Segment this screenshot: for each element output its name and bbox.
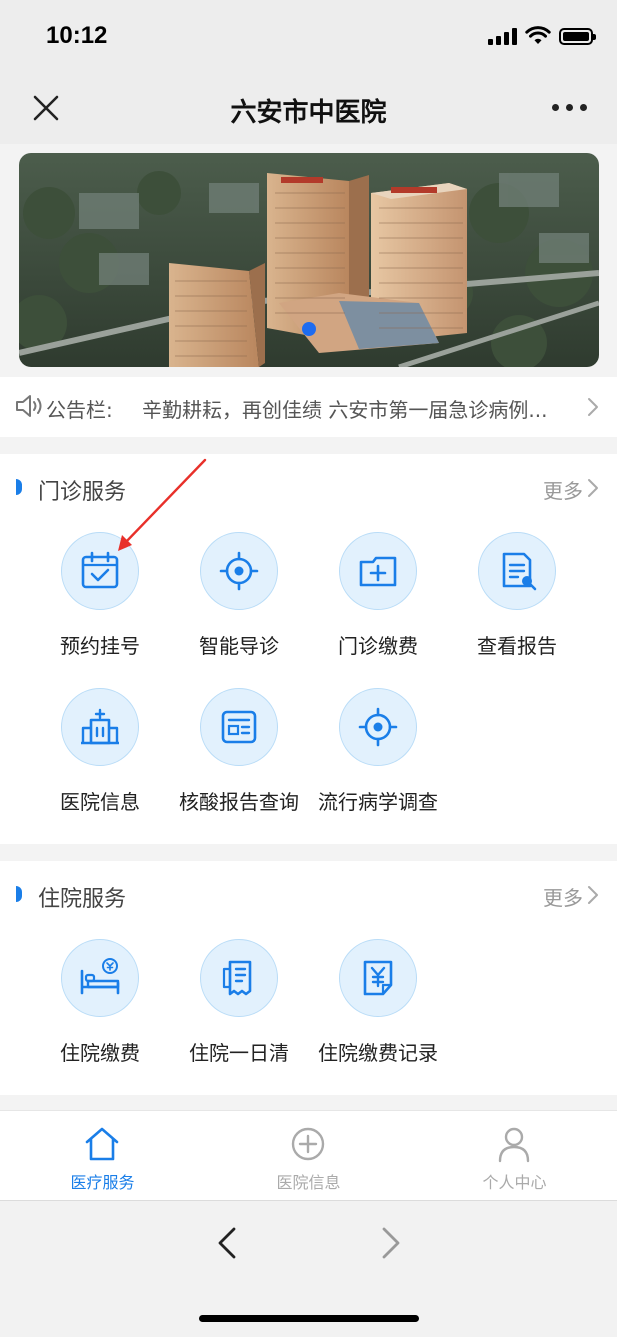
service-label: 查看报告 — [477, 634, 557, 658]
chevron-right-icon[interactable] — [587, 478, 599, 498]
nav-bar: 六安市中医院 — [0, 76, 617, 144]
service-label: 住院缴费记录 — [318, 1041, 438, 1065]
chevron-right-icon[interactable] — [587, 885, 599, 905]
status-icons — [488, 26, 596, 46]
service-label: 医院信息 — [60, 790, 140, 814]
service-label: 预约挂号 — [60, 634, 140, 658]
battery-icon — [559, 27, 596, 45]
inpatient-more-link[interactable]: 更多 — [543, 882, 583, 911]
tab-label: 医院信息 — [276, 1173, 341, 1192]
inpatient-title: 住院服务 — [38, 887, 127, 912]
notice-bar[interactable]: 公告栏: 辛勤耕耘，再创佳绩 六安市第一届急诊病例... — [0, 377, 617, 437]
outpatient-title: 门诊服务 — [38, 480, 127, 505]
service-icon-circle — [200, 688, 278, 766]
inpatient-services-card: 住院服务 更多 住院缴费 住院一日清 住院缴费记录 — [0, 861, 617, 1095]
service-inpatient-payment-records[interactable]: 住院缴费记录 — [308, 939, 448, 1069]
more-menu-icon[interactable] — [552, 104, 587, 111]
notice-text[interactable]: 辛勤耕耘，再创佳绩 六安市第一届急诊病例... — [142, 394, 574, 423]
section-marker — [16, 479, 22, 495]
hospital-building-icon — [81, 708, 119, 745]
tab-label: 医疗服务 — [70, 1173, 135, 1192]
service-label: 门诊缴费 — [338, 634, 418, 658]
section-marker — [16, 886, 22, 902]
service-label: 智能导诊 — [199, 634, 279, 658]
page-title: 六安市中医院 — [230, 98, 387, 128]
service-hospital-info[interactable]: 医院信息 — [30, 688, 170, 818]
service-icon-circle — [61, 939, 139, 1017]
service-icon-circle — [200, 532, 278, 610]
plus-circle-icon — [291, 1127, 325, 1161]
speaker-icon — [16, 395, 42, 417]
service-icon-circle — [61, 688, 139, 766]
carousel-indicator-dot[interactable] — [302, 322, 316, 336]
service-smart-guide[interactable]: 智能导诊 — [169, 532, 309, 662]
target-icon — [358, 707, 398, 747]
service-view-report[interactable]: 查看报告 — [447, 532, 587, 662]
back-icon[interactable] — [214, 1225, 240, 1261]
notice-label: 公告栏: — [46, 398, 113, 422]
tab-label: 个人中心 — [482, 1173, 547, 1192]
status-bar: 10:12 — [0, 0, 617, 76]
browser-toolbar — [0, 1200, 617, 1337]
service-icon-circle — [200, 939, 278, 1017]
bottom-tab-bar: 医疗服务 医院信息 个人中心 — [0, 1110, 617, 1200]
receipt-icon — [222, 960, 252, 996]
report-search-icon — [502, 552, 537, 591]
service-label: 流行病学调查 — [318, 790, 438, 814]
wifi-icon — [525, 26, 551, 44]
service-label: 核酸报告查询 — [179, 790, 299, 814]
service-icon-circle — [478, 532, 556, 610]
yuan-document-icon — [363, 960, 393, 996]
bed-yuan-icon — [80, 958, 120, 995]
tab-personal-center[interactable]: 个人中心 — [412, 1111, 617, 1201]
tab-hospital-info[interactable]: 医院信息 — [206, 1111, 411, 1201]
service-label: 住院一日清 — [189, 1041, 289, 1065]
target-icon — [219, 551, 259, 591]
chevron-right-icon — [588, 398, 598, 416]
hospital-banner-image[interactable] — [19, 153, 599, 367]
service-inpatient-payment[interactable]: 住院缴费 — [30, 939, 170, 1069]
forward-icon[interactable] — [378, 1225, 404, 1261]
service-epidemiological-survey[interactable]: 流行病学调查 — [308, 688, 448, 818]
form-list-icon — [221, 710, 257, 744]
service-icon-circle — [339, 939, 417, 1017]
service-appointment-registration[interactable]: 预约挂号 — [30, 532, 170, 662]
service-icon-circle — [339, 688, 417, 766]
outpatient-services-card: 门诊服务 更多 预约挂号 智能导诊 门诊缴费 查看报告 医院信息 核酸报告查询 … — [0, 454, 617, 844]
cellular-signal-icon — [488, 27, 517, 45]
home-icon — [85, 1127, 119, 1161]
wallet-plus-icon — [359, 556, 397, 587]
inpatient-header: 住院服务 更多 — [0, 861, 617, 927]
service-nucleic-acid-report[interactable]: 核酸报告查询 — [169, 688, 309, 818]
home-indicator[interactable] — [199, 1315, 419, 1322]
service-icon-circle — [339, 532, 417, 610]
service-icon-circle — [61, 532, 139, 610]
service-inpatient-daily-list[interactable]: 住院一日清 — [169, 939, 309, 1069]
status-time: 10:12 — [46, 22, 108, 49]
outpatient-more-link[interactable]: 更多 — [543, 475, 583, 504]
person-icon — [498, 1127, 530, 1163]
outpatient-header: 门诊服务 更多 — [0, 454, 617, 520]
calendar-check-icon — [81, 551, 119, 589]
service-outpatient-payment[interactable]: 门诊缴费 — [308, 532, 448, 662]
tab-medical-services[interactable]: 医疗服务 — [0, 1111, 205, 1201]
service-label: 住院缴费 — [60, 1041, 140, 1065]
